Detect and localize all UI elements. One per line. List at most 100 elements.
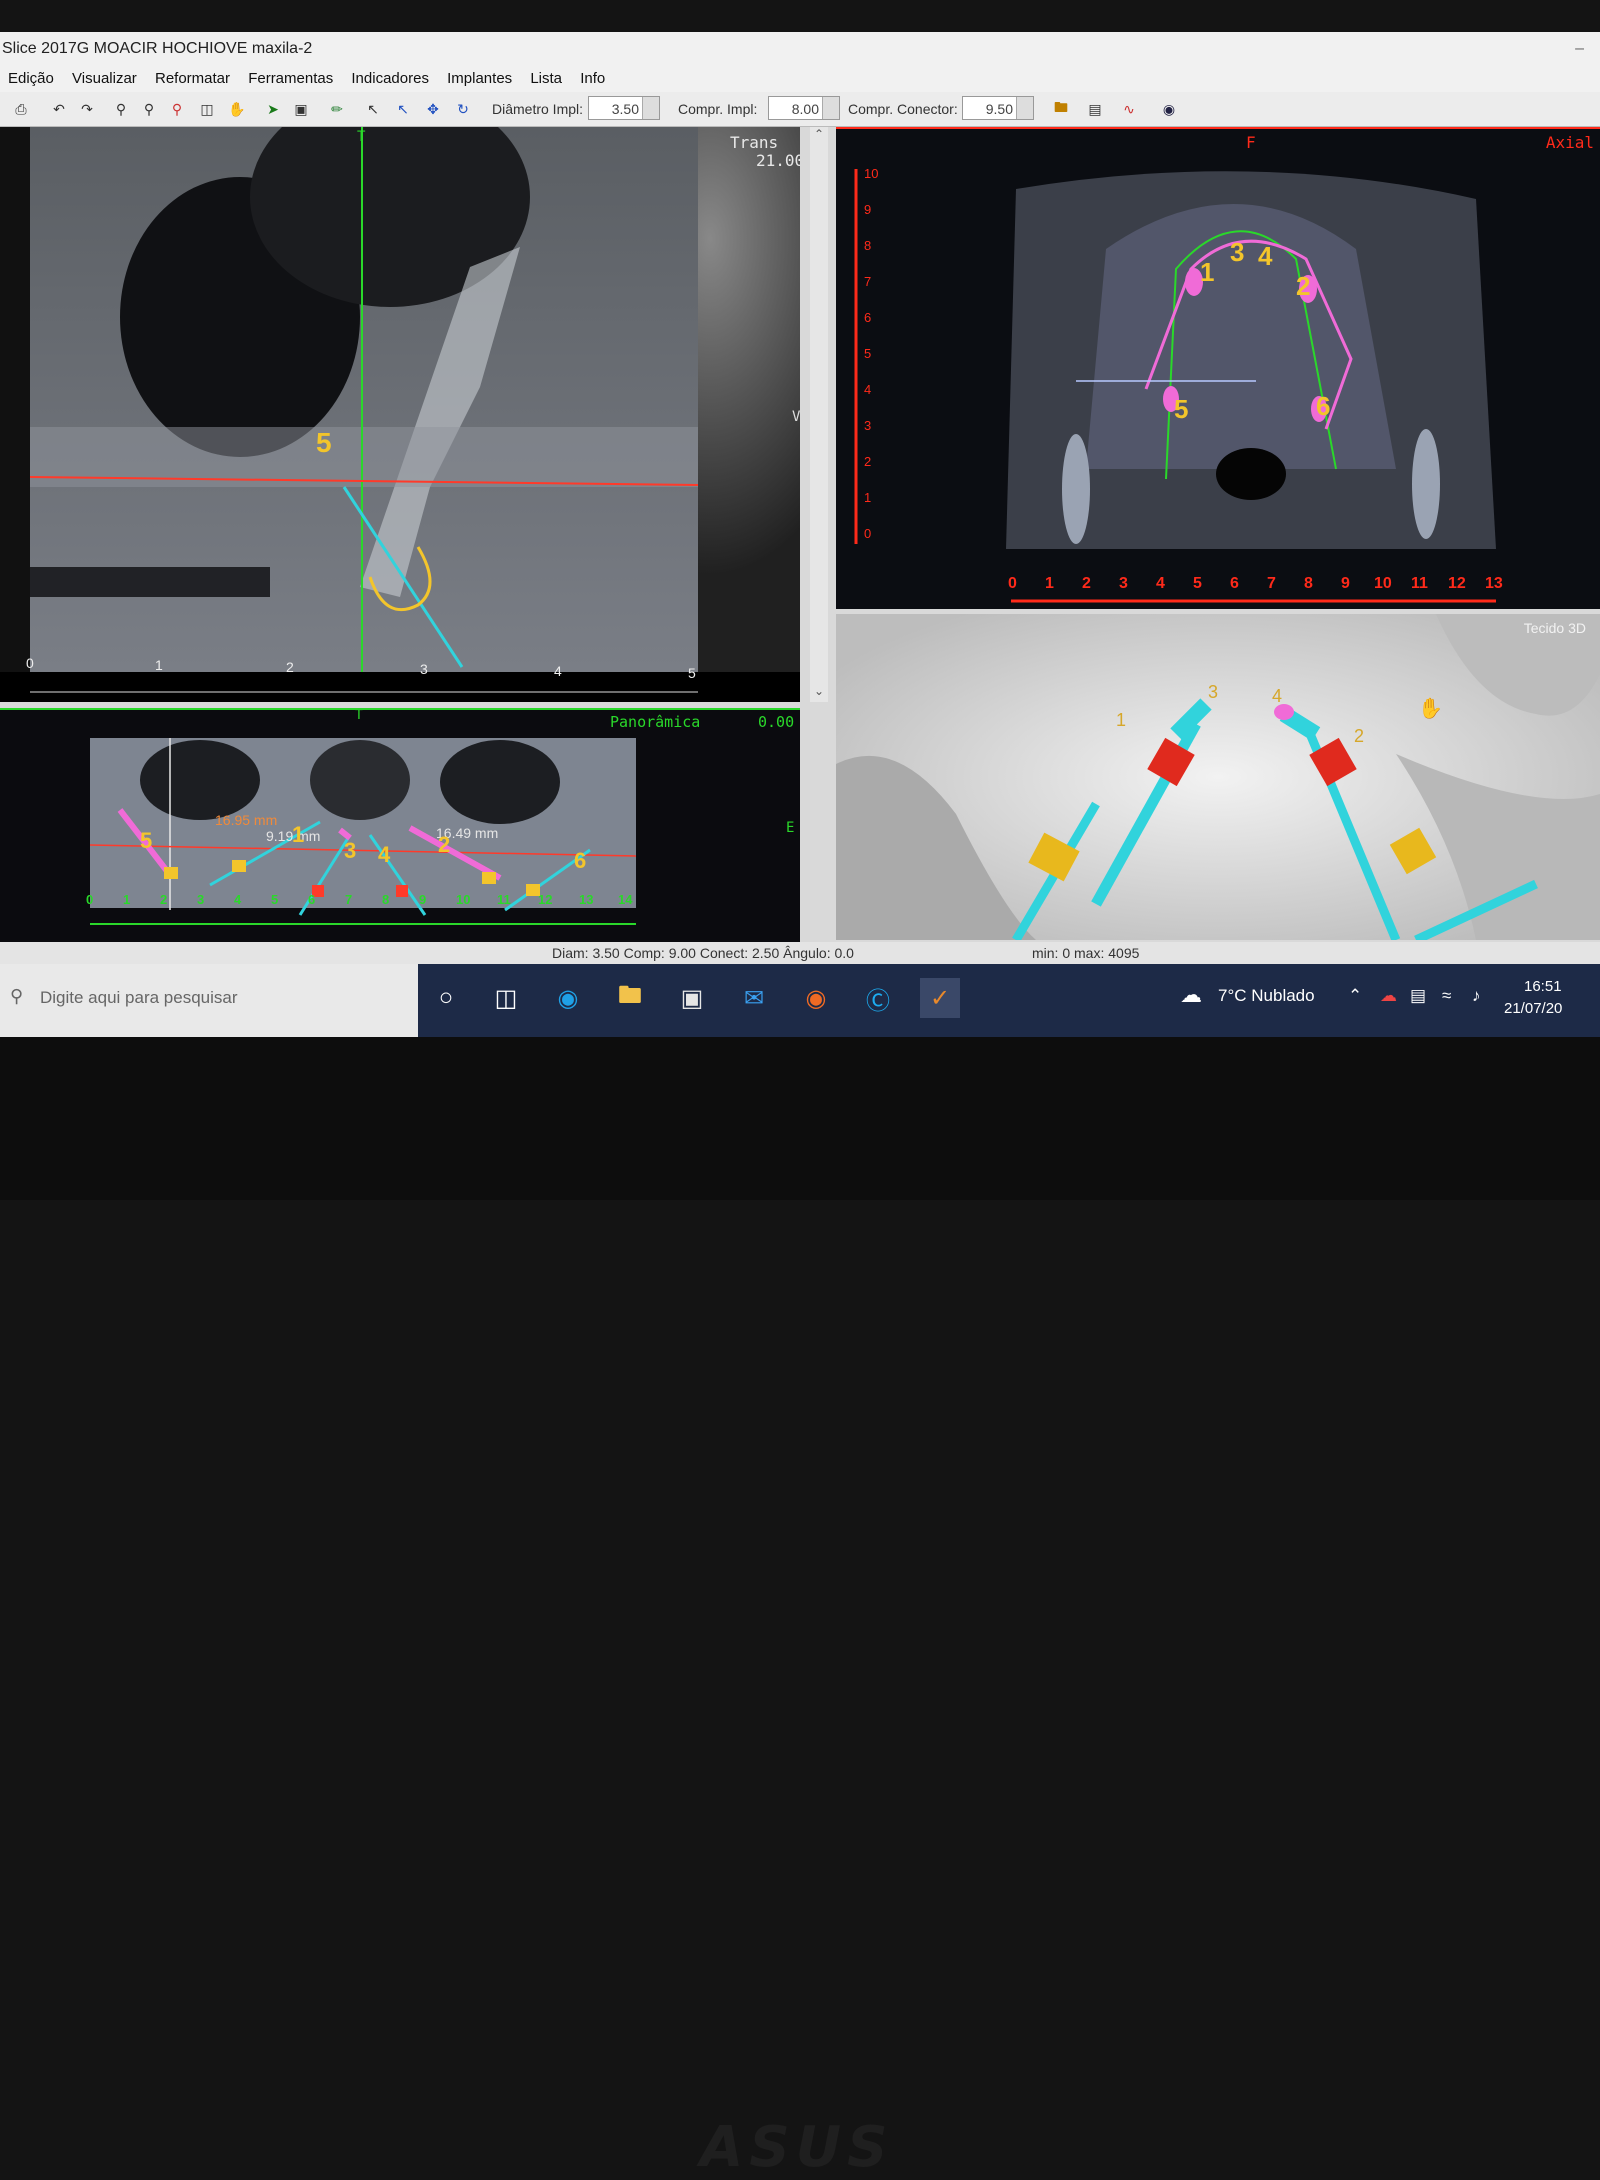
task-view-icon[interactable]: ◫ <box>486 978 526 1018</box>
folder-icon[interactable]: 🖿 <box>1050 98 1072 120</box>
onedrive-error-icon[interactable]: ☁ <box>1380 986 1397 1006</box>
panoramic-ruler-tick: 10 <box>456 892 471 907</box>
3d-view-icon[interactable]: ◉ <box>1158 98 1180 120</box>
compr-conector-label: Compr. Conector: <box>848 101 958 117</box>
3d-implant-label: 1 <box>1116 710 1127 730</box>
menu-edicao[interactable]: Edição <box>8 66 54 92</box>
trans-scrollbar[interactable]: ⌃ ⌄ <box>810 127 828 702</box>
trans-side-marker: V <box>792 409 800 425</box>
edge-icon[interactable]: ◉ <box>548 978 588 1018</box>
axial-vertical-ruler: 10 9 8 7 6 5 4 3 2 1 0 <box>864 167 884 547</box>
draw-arch-icon[interactable]: ➤ <box>262 98 284 120</box>
panoramic-view[interactable]: Panorâmica 0.00 T E 16.95 mm 9.19 mm 16.… <box>0 708 800 942</box>
trans-ruler-tick: 5 <box>688 665 696 681</box>
axial-ruler-h-tick: 5 <box>1193 575 1202 592</box>
slice-app-icon[interactable]: ✓ <box>920 978 960 1018</box>
scroll-down-icon[interactable]: ⌄ <box>810 684 828 698</box>
skype-icon[interactable]: Ⓒ <box>858 978 898 1018</box>
trans-label: Trans <box>730 133 779 152</box>
redo-icon[interactable]: ↷ <box>76 98 98 120</box>
menu-reformatar[interactable]: Reformatar <box>155 66 230 92</box>
undo-icon[interactable]: ↶ <box>48 98 70 120</box>
axial-ruler-v-tick: 8 <box>864 238 872 253</box>
mail-icon[interactable]: ✉ <box>734 978 774 1018</box>
panoramic-implant-label: 2 <box>438 832 451 857</box>
axial-ruler-h-tick: 1 <box>1045 575 1054 592</box>
3d-maxilla-model <box>836 614 1600 940</box>
select-point-icon[interactable]: ↖ <box>392 98 414 120</box>
volume-icon[interactable]: ♪ <box>1472 986 1481 1006</box>
pointer-icon[interactable]: ↖ <box>362 98 384 120</box>
move-point-icon[interactable]: ✥ <box>422 98 444 120</box>
rotate-point-icon[interactable]: ↻ <box>452 98 474 120</box>
measurement-label: 16.95 mm <box>215 812 278 828</box>
3d-view[interactable]: Tecido 3D 1 3 4 2 ✋ <box>836 614 1600 940</box>
menu-lista[interactable]: Lista <box>530 66 562 92</box>
axial-ruler-v-tick: 1 <box>864 490 872 505</box>
asus-logo: ASUS <box>700 2115 894 2180</box>
print-icon[interactable]: ⎙ <box>10 98 32 120</box>
menu-visualizar[interactable]: Visualizar <box>72 66 137 92</box>
clock-time[interactable]: 16:51 <box>1524 978 1562 995</box>
menu-info[interactable]: Info <box>580 66 605 92</box>
panoramic-ruler-tick: 13 <box>579 892 594 907</box>
axial-ruler-v-tick: 0 <box>864 526 872 541</box>
compr-conector-stepper[interactable]: 9.50 <box>962 96 1034 120</box>
trans-top-marker: T <box>357 129 366 145</box>
window-level-icon[interactable]: ◫ <box>196 98 218 120</box>
axial-ruler-v-tick: 10 <box>864 166 879 181</box>
axial-ruler-v-tick: 6 <box>864 310 872 325</box>
minimize-button[interactable]: – <box>1575 32 1584 66</box>
tray-chevron-icon[interactable]: ⌃ <box>1348 986 1362 1006</box>
axial-ct-image <box>854 169 1496 603</box>
axial-implant-label: 4 <box>1258 241 1273 271</box>
trans-ruler-tick: 4 <box>554 663 562 679</box>
panoramic-implant-label: 4 <box>378 842 391 867</box>
battery-icon[interactable]: ▤ <box>1410 986 1426 1006</box>
axial-implant-label: 1 <box>1200 257 1215 287</box>
3d-implant-label: 2 <box>1354 726 1365 746</box>
laptop-screen: Slice 2017G MOACIR HOCHIOVE maxila-2 – E… <box>0 32 1600 1037</box>
axial-ruler-v-tick: 5 <box>864 346 872 361</box>
panoramic-ruler-tick: 7 <box>345 892 353 907</box>
nerve-canal-icon[interactable]: ∿ <box>1118 98 1140 120</box>
menu-indicadores[interactable]: Indicadores <box>351 66 429 92</box>
zoom-out-icon[interactable]: ⚲ <box>138 98 160 120</box>
clock-date[interactable]: 21/07/20 <box>1504 1000 1562 1017</box>
diametro-label: Diâmetro Impl: <box>492 101 584 117</box>
store-icon[interactable]: ▣ <box>672 978 712 1018</box>
axial-view[interactable]: Axial F 1 3 4 2 5 6 10 9 8 7 6 5 4 3 2 1… <box>836 127 1600 609</box>
axial-horizontal-ruler: 0 1 2 3 4 5 6 7 8 9 10 11 12 13 <box>1008 575 1508 595</box>
scroll-up-icon[interactable]: ⌃ <box>810 127 828 141</box>
axial-implant-label: 5 <box>1174 394 1189 424</box>
crop-icon[interactable]: ▣ <box>290 98 312 120</box>
panoramic-ruler-tick: 11 <box>497 892 511 907</box>
taskbar-search-box[interactable]: ⚲ Digite aqui para pesquisar <box>0 964 418 1037</box>
wifi-icon[interactable]: ≈ <box>1442 986 1451 1006</box>
compr-impl-stepper[interactable]: 8.00 <box>768 96 840 120</box>
ruler-icon[interactable]: ✏ <box>326 98 348 120</box>
pan-hand-icon[interactable]: ✋ <box>226 98 248 120</box>
menu-ferramentas[interactable]: Ferramentas <box>248 66 333 92</box>
weather-text[interactable]: 7°C Nublado <box>1218 986 1315 1006</box>
panoramic-ruler-tick: 0 <box>86 892 94 907</box>
window-titlebar: Slice 2017G MOACIR HOCHIOVE maxila-2 – <box>0 32 1600 66</box>
axial-label: Axial <box>1545 133 1594 152</box>
menu-implantes[interactable]: Implantes <box>447 66 512 92</box>
panoramic-implant-label: 6 <box>574 848 587 873</box>
3d-implant-label: 3 <box>1208 682 1219 702</box>
zoom-reset-icon[interactable]: ⚲ <box>166 98 188 120</box>
firefox-icon[interactable]: ◉ <box>796 978 836 1018</box>
zoom-in-icon[interactable]: ⚲ <box>110 98 132 120</box>
diametro-stepper[interactable]: 3.50 <box>588 96 660 120</box>
toolbar: ⎙ ↶ ↷ ⚲ ⚲ ⚲ ◫ ✋ ➤ ▣ ✏ ↖ ↖ ✥ ↻ Diâmetro I… <box>0 92 1600 127</box>
cortana-icon[interactable]: ○ <box>426 978 466 1018</box>
panoramic-ruler-tick: 9 <box>419 892 427 907</box>
axial-implant-label: 6 <box>1316 391 1331 421</box>
axial-ruler-h-tick: 10 <box>1374 575 1392 592</box>
laptop-bezel: ASUS <box>0 1037 1600 2180</box>
file-explorer-icon[interactable]: 🖿 <box>610 978 650 1018</box>
implant-library-icon[interactable]: ▤ <box>1084 98 1106 120</box>
trans-view[interactable]: Trans 21.00 T V 5 0 1 2 3 4 5 <box>0 127 800 702</box>
panoramic-ruler-tick: 14 <box>618 892 633 907</box>
